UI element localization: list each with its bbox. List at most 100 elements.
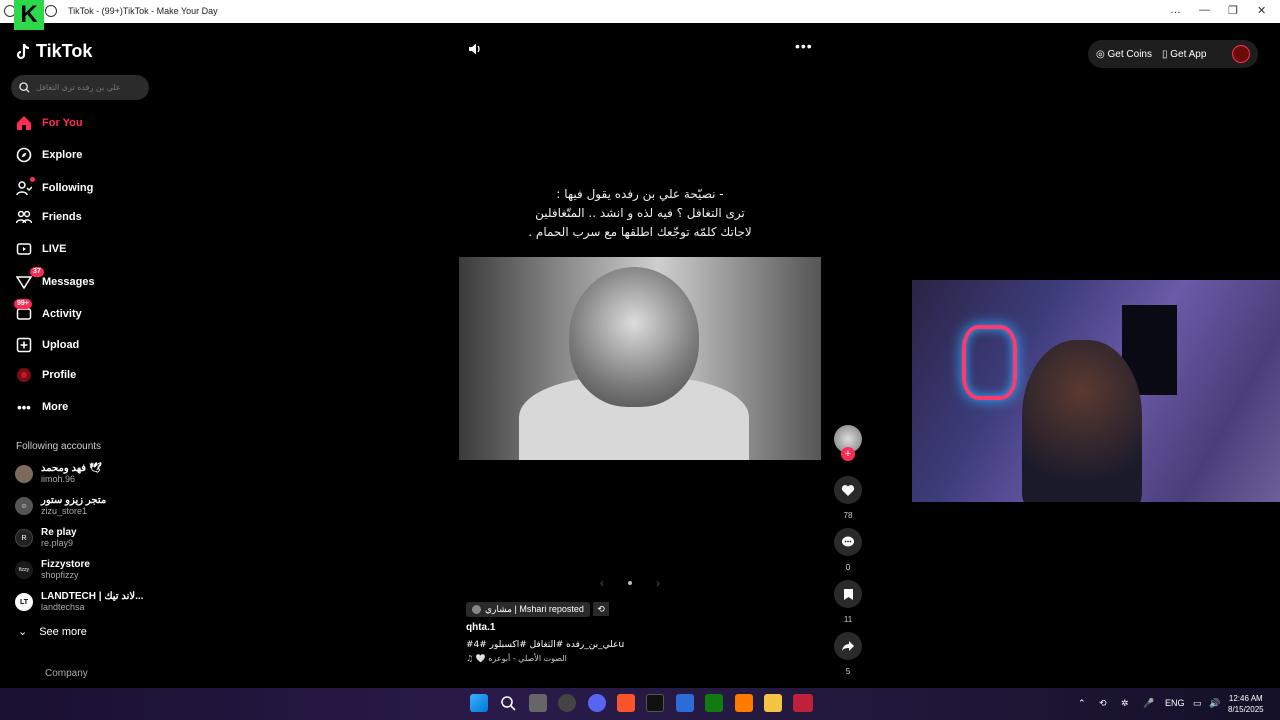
nav-activity[interactable]: 99+ Activity (14, 299, 82, 322)
chevron-left-icon[interactable]: ‹ (600, 576, 604, 590)
account-item[interactable]: R Re play re.play9 (15, 527, 77, 549)
get-app-label: Get App (1170, 48, 1207, 60)
brave-icon[interactable] (617, 694, 635, 712)
save-button[interactable] (834, 580, 862, 608)
account-name: فهد ومحمد 🕊 (41, 463, 102, 474)
speaker-icon[interactable]: 🔊 (1209, 698, 1220, 709)
search-box[interactable] (11, 75, 149, 100)
friends-icon (16, 209, 32, 225)
chevron-down-icon: ⌄ (18, 626, 28, 638)
reload-icon[interactable] (45, 5, 57, 17)
nav-following[interactable]: Following (16, 177, 94, 196)
comment-button[interactable] (834, 528, 862, 556)
app-icon[interactable] (793, 694, 813, 712)
close-button[interactable]: ✕ (1257, 4, 1266, 17)
nav-label-following: Following (42, 182, 94, 194)
task-view-icon[interactable] (529, 694, 547, 712)
get-coins-button[interactable]: ◎ Get Coins (1096, 49, 1152, 60)
taskbar-clock[interactable]: 12:46 AM 8/15/2025 (1228, 693, 1264, 715)
creator-avatar[interactable]: + (834, 425, 862, 461)
avatar: fizzy (15, 561, 33, 579)
nav-profile[interactable]: Profile (16, 367, 76, 383)
account-item[interactable]: فهد ومحمد 🕊 iimoh.96 (15, 463, 102, 485)
phone-icon: ▯ (1161, 48, 1168, 60)
app-icon[interactable] (558, 694, 576, 712)
language-indicator[interactable]: ENG (1165, 698, 1185, 708)
taskbar (0, 688, 1280, 720)
coin-icon: ◎ (1096, 48, 1105, 60)
windows-start-icon[interactable] (470, 694, 488, 712)
nav-for-you[interactable]: For You (16, 115, 83, 131)
maximize-button[interactable]: ❐ (1228, 4, 1238, 17)
clock-time: 12:46 AM (1228, 694, 1263, 703)
header-actions: ◎ Get Coins ▯ Get App (1088, 40, 1258, 68)
chevron-right-icon[interactable]: › (656, 576, 660, 590)
video-person-head (569, 267, 699, 407)
minimize-button[interactable]: — (1199, 4, 1210, 16)
nav-label-for-you: For You (42, 117, 83, 129)
video-author[interactable]: qhta.1 (466, 622, 495, 633)
video-caption: - نصيّحة علي بن رفده يقول فيها : ترى الت… (480, 185, 800, 242)
share-button[interactable] (834, 632, 862, 660)
tiktok-logo[interactable]: TikTok (16, 41, 92, 62)
follow-plus-icon[interactable]: + (841, 447, 855, 461)
tiktok-note-icon (16, 43, 30, 59)
video-frame[interactable] (459, 257, 821, 460)
messages-icon: 37 (16, 267, 44, 290)
account-item[interactable]: ☺ متجر زيزو ستور zizu_store1 (15, 495, 106, 517)
app-icon[interactable] (735, 694, 753, 712)
nav-more[interactable]: ••• More (16, 399, 68, 415)
account-handle: re.play9 (41, 538, 74, 548)
account-item[interactable]: LT LANDTECH | لاند تيك... landtechsa (15, 591, 143, 613)
repost-text: مشاري | Mshari reposted (485, 604, 584, 614)
microphone-icon[interactable]: 🎤 (1143, 698, 1154, 709)
see-more-button[interactable]: ⌄ See more (18, 625, 87, 639)
get-app-button[interactable]: ▯ Get App (1162, 49, 1206, 60)
nav-explore[interactable]: Explore (16, 147, 82, 163)
bookmark-icon (843, 588, 853, 600)
account-handle: shopfizzy (41, 570, 79, 580)
repost-icon[interactable]: ⟲ (593, 602, 609, 616)
following-accounts-title: Following accounts (16, 441, 102, 452)
nav-live[interactable]: LIVE (16, 241, 66, 257)
chevron-up-icon[interactable]: ⌃ (1078, 698, 1086, 709)
nav-label-messages: Messages (42, 276, 95, 288)
search-input[interactable] (36, 83, 136, 92)
search-taskbar-icon[interactable] (499, 694, 517, 712)
account-item[interactable]: fizzy Fizzystore shopfizzy (15, 559, 90, 581)
discord-icon[interactable] (588, 694, 606, 712)
account-name: Fizzystore (41, 559, 90, 570)
file-explorer-icon[interactable] (764, 694, 782, 712)
photo-pager: ‹ › (600, 576, 660, 590)
volume-icon[interactable] (468, 42, 482, 61)
comment-icon (842, 536, 854, 547)
video-music[interactable]: ♫ 🤍 الصوت الأصلي - أبوعزه (466, 654, 567, 663)
avatar: R (15, 529, 33, 547)
window-menu-button[interactable]: … (1170, 4, 1181, 16)
network-icon[interactable]: ▭ (1193, 698, 1202, 709)
repost-badge[interactable]: مشاري | Mshari reposted (466, 602, 590, 617)
following-dot (30, 177, 35, 182)
more-options-icon[interactable]: ••• (795, 38, 813, 54)
tray-app-icon[interactable]: ⟲ (1099, 698, 1107, 709)
tiktok-taskbar-icon[interactable] (646, 694, 664, 712)
store-icon[interactable] (676, 694, 694, 712)
company-link[interactable]: Company (45, 668, 88, 679)
clock-date: 8/15/2025 (1228, 705, 1264, 714)
user-avatar[interactable] (1232, 45, 1250, 63)
following-icon (16, 177, 35, 196)
video-hashtags[interactable]: #علي_بن_رفده #التغافل #اكسبلور #4u (466, 640, 624, 650)
settings-icon[interactable]: ✲ (1121, 698, 1129, 709)
like-button[interactable] (834, 476, 862, 504)
music-title: 🤍 الصوت الأصلي - أبوعزه (475, 654, 567, 663)
home-icon (16, 115, 32, 131)
nav-friends[interactable]: Friends (16, 209, 82, 225)
nav-messages[interactable]: 37 Messages (16, 267, 95, 290)
nav-label-upload: Upload (42, 339, 80, 351)
caption-line: - نصيّحة علي بن رفده يقول فيها : (556, 187, 724, 201)
search-icon[interactable] (19, 82, 30, 93)
caption-line: لاجاتك كلمّه توجّعك اطلقها مع سرب الحمام… (528, 225, 752, 239)
xbox-icon[interactable] (705, 694, 723, 712)
nav-upload[interactable]: Upload (16, 337, 79, 353)
reposter-avatar (472, 605, 481, 614)
